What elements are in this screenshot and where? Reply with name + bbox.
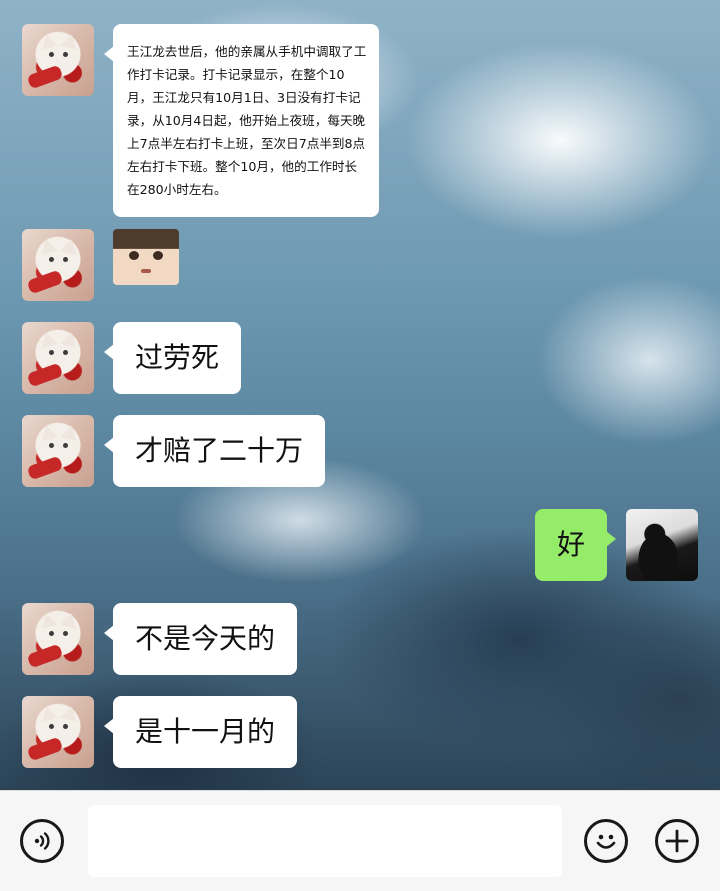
- message-bubble[interactable]: 是十一月的: [103, 696, 298, 768]
- emoji-icon[interactable]: [584, 819, 628, 863]
- contact-avatar[interactable]: [22, 322, 94, 394]
- message-bubble[interactable]: 才赔了二十万: [103, 415, 326, 487]
- contact-avatar[interactable]: [22, 229, 94, 301]
- input-bar: [0, 790, 720, 891]
- plus-icon[interactable]: [655, 819, 699, 863]
- message-row: 好: [534, 509, 698, 581]
- contact-avatar[interactable]: [22, 603, 94, 675]
- message-row: 是十一月的: [22, 696, 298, 768]
- emoji-icon-glyph: [596, 834, 616, 849]
- message-bubble[interactable]: 过劳死: [103, 322, 242, 394]
- my-avatar[interactable]: [626, 509, 698, 581]
- contact-avatar[interactable]: [22, 415, 94, 487]
- message-input[interactable]: [88, 805, 562, 877]
- voice-icon-glyph: [34, 832, 50, 850]
- contact-avatar[interactable]: [22, 24, 94, 96]
- message-bubble[interactable]: 不是今天的: [103, 603, 298, 675]
- anime-face-sticker[interactable]: [113, 229, 179, 285]
- message-row: [22, 229, 179, 301]
- message-bubble[interactable]: 王江龙去世后，他的亲属从手机中调取了工作打卡记录。打卡记录显示，在整个10月，王…: [104, 24, 379, 217]
- message-row: 过劳死: [22, 322, 242, 394]
- voice-icon[interactable]: [20, 819, 64, 863]
- message-bubble[interactable]: 好: [534, 509, 617, 581]
- contact-avatar[interactable]: [22, 696, 94, 768]
- message-row: 不是今天的: [22, 603, 298, 675]
- message-row: 王江龙去世后，他的亲属从手机中调取了工作打卡记录。打卡记录显示，在整个10月，王…: [22, 24, 379, 217]
- message-row: 才赔了二十万: [22, 415, 326, 487]
- plus-icon-glyph: [665, 829, 689, 853]
